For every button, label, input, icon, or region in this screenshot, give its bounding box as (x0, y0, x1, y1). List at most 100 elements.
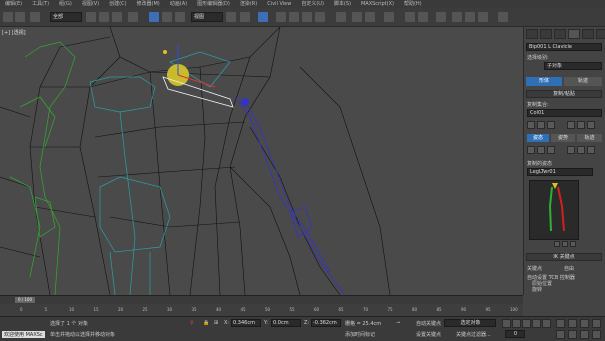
move-icon[interactable] (149, 12, 159, 22)
menu-item-12[interactable]: MAXScript(X) (356, 0, 399, 8)
set-key-label[interactable]: 设置关键点 (416, 331, 441, 338)
orbit-icon[interactable] (580, 330, 589, 339)
undo-icon[interactable] (3, 12, 13, 22)
track-tab-button[interactable]: 轨迹 (564, 77, 602, 86)
posture-tab[interactable]: 姿态 (527, 134, 549, 142)
play-icon[interactable] (522, 319, 531, 328)
viewport-label[interactable]: [+] [透视] (2, 29, 26, 36)
menu-item-5[interactable]: 修改器(M) (132, 0, 165, 8)
menu-item-8[interactable]: 渲染(R) (235, 0, 262, 8)
x-coord-field[interactable]: 0.346cm (231, 319, 261, 327)
pan-icon[interactable] (568, 330, 577, 339)
layer-icon[interactable] (384, 12, 394, 22)
material-editor-icon[interactable] (436, 12, 446, 22)
align-icon[interactable] (365, 12, 375, 22)
key-icon[interactable]: ⊸ (396, 320, 400, 326)
maximize-viewport-icon[interactable] (592, 330, 601, 339)
isolate-icon[interactable]: ♀ (190, 320, 194, 326)
menu-item-13[interactable]: 帮助(H) (399, 0, 427, 8)
menu-item-7[interactable]: 图形编辑器(D) (192, 0, 235, 8)
curve-editor-icon[interactable] (405, 12, 415, 22)
auto-key-option-label[interactable]: 自由 (564, 265, 574, 272)
key-filter-dropdown[interactable]: 选定对象 (444, 319, 496, 327)
ref-coord-dropdown[interactable]: 视图 (191, 12, 223, 22)
thumb-option-2-icon[interactable] (562, 241, 568, 247)
render-setup-icon[interactable] (452, 12, 462, 22)
thumb-option-1-icon[interactable] (554, 241, 560, 247)
zoom-extents-icon[interactable] (580, 319, 589, 328)
rotate-icon[interactable] (162, 12, 172, 22)
key-filters-button[interactable]: 关键点过滤器... (456, 331, 491, 338)
load-collection-icon[interactable] (537, 121, 545, 129)
percent-snap-icon[interactable] (302, 12, 312, 22)
utilities-tab[interactable] (596, 29, 605, 39)
z-coord-field[interactable]: -0.362cm (311, 319, 341, 327)
go-to-end-icon[interactable] (542, 319, 551, 328)
zoom-all-icon[interactable] (568, 319, 577, 328)
menu-item-1[interactable]: 工具(T) (27, 0, 54, 8)
copy-posture-icon[interactable] (527, 146, 535, 154)
select-manipulate-icon[interactable] (240, 12, 250, 22)
menu-item-6[interactable]: 动画(A) (165, 0, 192, 8)
select-by-name-icon[interactable] (99, 12, 109, 22)
object-name-field[interactable]: Bip001 L Clavicle (526, 43, 602, 51)
redo-icon[interactable] (15, 12, 25, 22)
schematic-icon[interactable] (418, 12, 428, 22)
track-tab[interactable]: 轨迹 (577, 134, 602, 142)
track-bar-ruler[interactable]: 0 5 10 15 20 25 30 35 40 45 50 55 60 65 70 75 80 85 90 95 10… (0, 304, 523, 316)
render-icon[interactable] (478, 12, 488, 22)
mirror-icon[interactable] (352, 12, 362, 22)
prev-frame-icon[interactable] (512, 319, 521, 328)
y-coord-field[interactable]: 0.0cm (271, 319, 301, 327)
named-sets-icon[interactable] (336, 12, 346, 22)
add-time-tag[interactable]: 添加时间标记 (345, 331, 375, 338)
zoom-extents-all-icon[interactable] (592, 319, 601, 328)
collection-dropdown[interactable]: Col01 (527, 109, 602, 117)
render-frame-icon[interactable] (465, 12, 475, 22)
delete-all-poses-icon[interactable] (587, 146, 595, 154)
angle-snap-icon[interactable] (289, 12, 299, 22)
selection-filter-dropdown[interactable]: 全部 (50, 12, 82, 22)
menu-item-4[interactable]: 创建(C) (104, 0, 131, 8)
create-tab[interactable] (526, 29, 538, 39)
keyboard-shortcut-icon[interactable] (258, 12, 268, 22)
delete-selected-icon[interactable] (577, 146, 585, 154)
pivot-center-icon[interactable] (226, 12, 236, 22)
hierarchy-tab[interactable] (554, 29, 566, 39)
time-slider[interactable]: 0 / 100 (0, 295, 523, 304)
select-object-icon[interactable] (86, 12, 96, 22)
menu-item-9[interactable]: Civil View (262, 0, 296, 8)
scale-icon[interactable] (175, 12, 185, 22)
display-tab[interactable] (582, 29, 594, 39)
auto-key-label[interactable]: 自动关键点 (416, 320, 441, 327)
paste-posture-icon[interactable] (537, 146, 545, 154)
pose-dropdown[interactable]: LegLTwr01 (527, 168, 593, 176)
copy-paste-rollout[interactable]: 复制/粘贴 (526, 90, 602, 98)
capture-viewport-icon[interactable] (567, 146, 575, 154)
time-slider-handle[interactable]: 0 / 100 (15, 297, 35, 303)
save-collection-icon[interactable] (547, 121, 555, 129)
max-file-icon[interactable] (587, 121, 595, 129)
menu-item-2[interactable]: 组(G) (54, 0, 77, 8)
body-tab-button[interactable]: 形体 (526, 77, 562, 86)
delete-all-icon[interactable] (577, 121, 585, 129)
new-collection-icon[interactable] (527, 121, 535, 129)
lock-selection-icon[interactable]: 🔒 (203, 320, 209, 326)
radio-rotate-a[interactable]: 旋转 (532, 286, 542, 293)
link-icon[interactable] (30, 12, 40, 22)
rect-region-icon[interactable] (112, 12, 122, 22)
thumb-option-3-icon[interactable] (570, 241, 576, 247)
menu-item-11[interactable]: 脚本(S) (329, 0, 356, 8)
absolute-mode-icon[interactable]: ⊞ (214, 320, 218, 326)
modify-tab[interactable] (540, 29, 552, 39)
pose-tab[interactable]: 姿势 (551, 134, 575, 142)
go-to-start-icon[interactable] (502, 319, 511, 328)
teapot-icon[interactable] (498, 12, 508, 22)
ik-rollout[interactable]: IK 关键点 (526, 253, 602, 261)
snap-icon[interactable] (276, 12, 286, 22)
fov-icon[interactable] (556, 330, 565, 339)
zoom-icon[interactable] (556, 319, 565, 328)
window-crossing-icon[interactable] (128, 12, 138, 22)
delete-collection-icon[interactable] (567, 121, 575, 129)
menu-item-0[interactable]: 编辑(E) (0, 0, 27, 8)
